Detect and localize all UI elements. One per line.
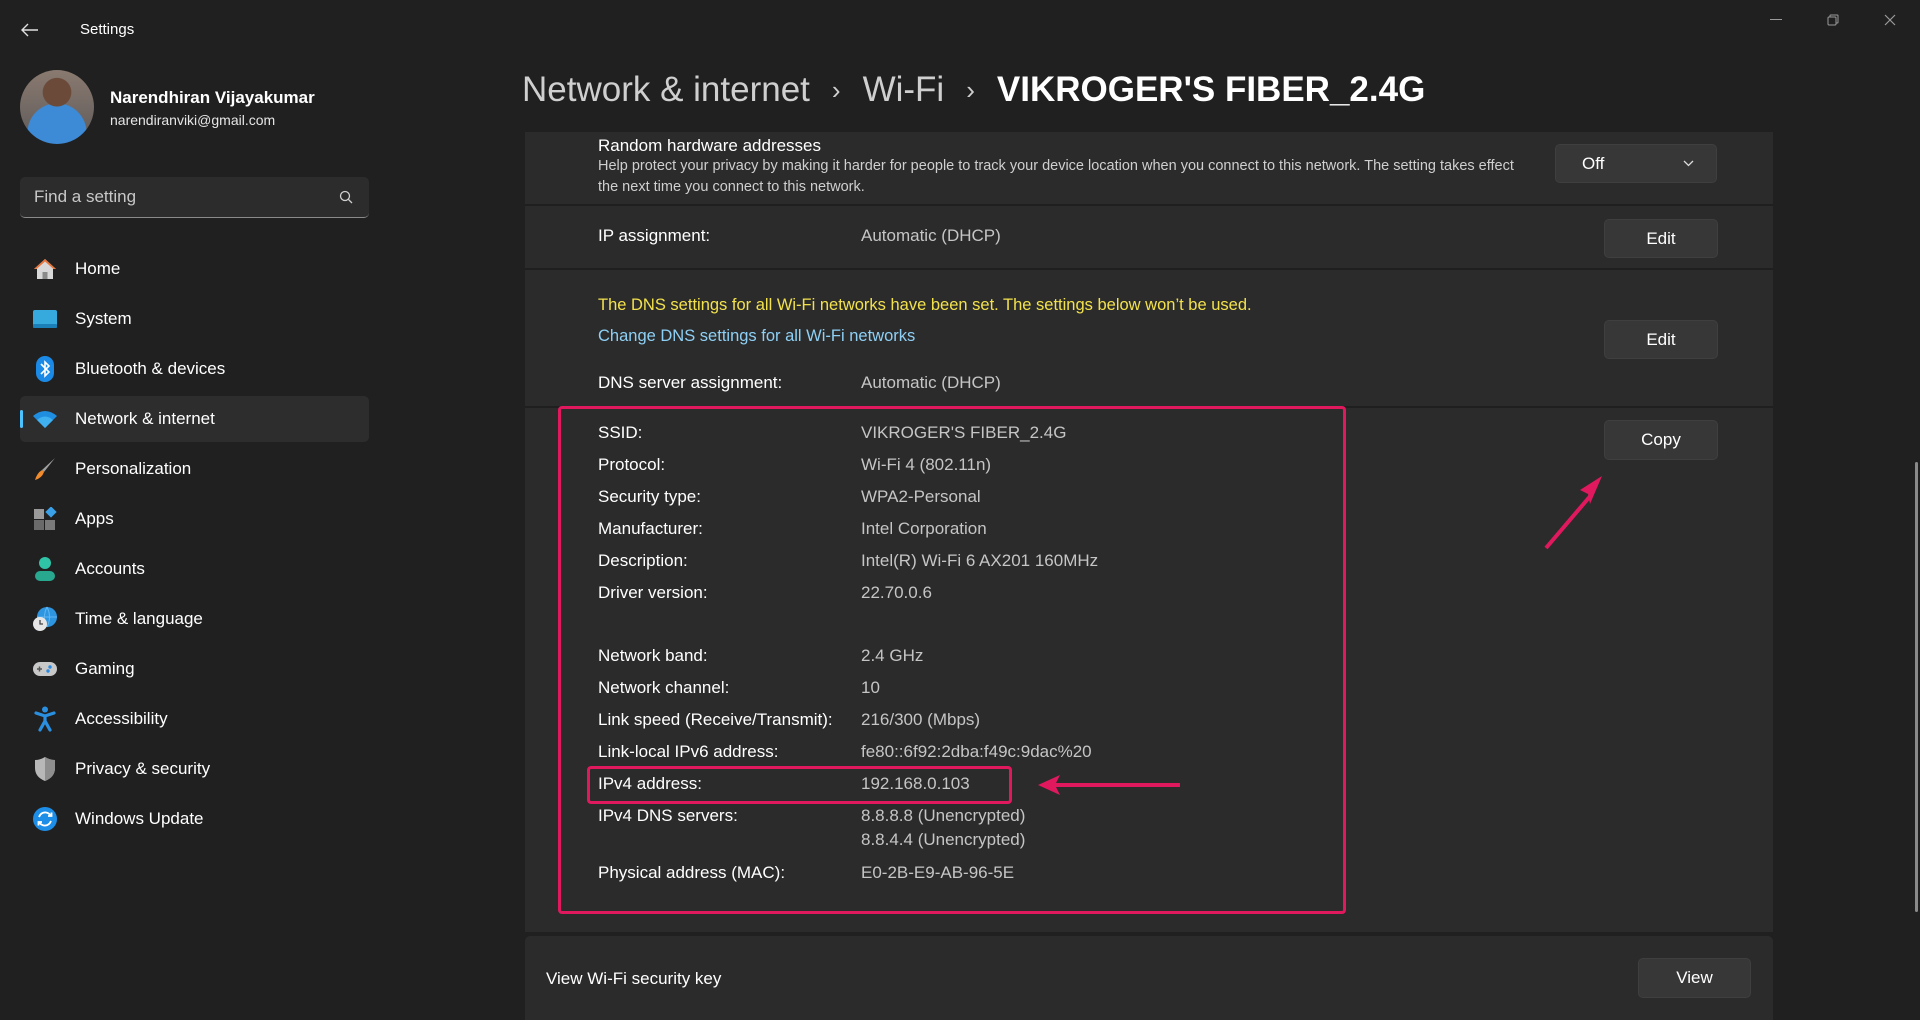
sidebar-item-time-language[interactable]: Time & language [20, 596, 369, 642]
bluetooth-icon [32, 356, 58, 382]
page-title: VIKROGER'S FIBER_2.4G [996, 70, 1426, 109]
random-hw-description: Help protect your privacy by making it h… [598, 158, 1514, 195]
sidebar-item-label: Home [75, 259, 121, 278]
breadcrumb: Network & internet › Wi-Fi › VIKROGER'S … [522, 70, 1425, 110]
dns-assignment-label: DNS server assignment: [598, 373, 783, 392]
user-name: Narendhiran Vijayakumar [110, 88, 315, 107]
update-icon [32, 806, 58, 832]
close-icon [1884, 14, 1896, 26]
sidebar-item-label: Accessibility [75, 709, 168, 728]
ip-assignment-row: IP assignment: Automatic (DHCP) Edit [525, 206, 1773, 270]
random-hw-dropdown[interactable]: Off [1555, 144, 1717, 183]
scrollbar-thumb[interactable] [1915, 462, 1918, 912]
ip-assignment-value: Automatic (DHCP) [861, 226, 1001, 245]
restore-button[interactable] [1810, 8, 1856, 32]
sidebar-nav: Home System Bluetooth & devices Network … [20, 246, 369, 846]
sidebar-item-privacy-security[interactable]: Privacy & security [20, 746, 369, 792]
sidebar-item-accessibility[interactable]: Accessibility [20, 696, 369, 742]
ipv4-highlight-box [587, 766, 1012, 804]
sidebar-item-gaming[interactable]: Gaming [20, 646, 369, 692]
sidebar-item-bluetooth[interactable]: Bluetooth & devices [20, 346, 369, 392]
system-icon [32, 306, 58, 332]
sidebar-item-apps[interactable]: Apps [20, 496, 369, 542]
back-arrow-icon [21, 23, 38, 37]
ipv4-pointer-arrow [1038, 775, 1180, 795]
dns-warning-text: The DNS settings for all Wi-Fi networks … [598, 296, 1252, 314]
breadcrumb-wifi[interactable]: Wi-Fi [863, 70, 945, 110]
sidebar-item-label: Windows Update [75, 809, 204, 828]
ip-assignment-edit-button[interactable]: Edit [1604, 219, 1718, 258]
dns-row: The DNS settings for all Wi-Fi networks … [525, 270, 1773, 408]
breadcrumb-network-internet[interactable]: Network & internet [522, 70, 810, 110]
close-button[interactable] [1867, 8, 1913, 32]
accessibility-icon [32, 706, 58, 732]
sidebar-item-network[interactable]: Network & internet [20, 396, 369, 442]
chevron-down-icon [1683, 160, 1694, 167]
dns-edit-button[interactable]: Edit [1604, 320, 1718, 359]
user-email: narendiranviki@gmail.com [110, 112, 276, 128]
sidebar-item-personalization[interactable]: Personalization [20, 446, 369, 492]
wifi-icon [32, 406, 58, 432]
security-key-label: View Wi-Fi security key [546, 969, 722, 988]
sidebar-item-label: Apps [75, 509, 114, 528]
sidebar-item-label: Time & language [75, 609, 203, 628]
copy-pointer-arrow [1544, 476, 1602, 550]
sidebar-item-label: Accounts [75, 559, 145, 578]
chevron-right-icon: › [831, 74, 841, 105]
chevron-right-icon: › [966, 74, 975, 105]
brush-icon [32, 456, 58, 482]
security-key-card: View Wi-Fi security key View [525, 936, 1773, 1020]
restore-icon [1827, 14, 1839, 26]
change-dns-link[interactable]: Change DNS settings for all Wi-Fi networ… [598, 327, 915, 346]
sidebar-item-home[interactable]: Home [20, 246, 369, 292]
sidebar-item-windows-update[interactable]: Windows Update [20, 796, 369, 842]
sidebar-item-label: Privacy & security [75, 759, 211, 778]
person-icon [32, 556, 58, 582]
view-security-key-button[interactable]: View [1638, 958, 1751, 998]
minimize-icon [1770, 19, 1782, 20]
ip-assignment-label: IP assignment: [598, 226, 711, 245]
sidebar-item-label: Personalization [75, 459, 192, 478]
search-icon[interactable] [337, 188, 355, 206]
dns-assignment-value: Automatic (DHCP) [861, 373, 1001, 392]
back-button[interactable] [14, 14, 46, 46]
sidebar-item-accounts[interactable]: Accounts [20, 546, 369, 592]
properties-highlight-box [558, 406, 1346, 914]
apps-icon [32, 506, 58, 532]
sidebar-item-label: System [75, 309, 132, 328]
copy-button[interactable]: Copy [1604, 420, 1718, 460]
search-box[interactable] [20, 177, 369, 218]
search-input[interactable] [34, 187, 337, 207]
random-hw-row: Random hardware addresses Help protect y… [525, 132, 1773, 206]
random-hw-title: Random hardware addresses [598, 136, 822, 155]
shield-icon [32, 756, 58, 782]
home-icon [32, 256, 58, 282]
sidebar-item-label: Gaming [75, 659, 135, 678]
sidebar-item-label: Bluetooth & devices [75, 359, 226, 378]
globe-clock-icon [32, 606, 58, 632]
random-hw-value: Off [1582, 153, 1605, 173]
sidebar-item-system[interactable]: System [20, 296, 369, 342]
gamepad-icon [32, 656, 58, 682]
minimize-button[interactable] [1753, 8, 1799, 32]
sidebar-item-label: Network & internet [75, 409, 215, 428]
app-title: Settings [80, 21, 135, 38]
avatar[interactable] [20, 70, 94, 144]
